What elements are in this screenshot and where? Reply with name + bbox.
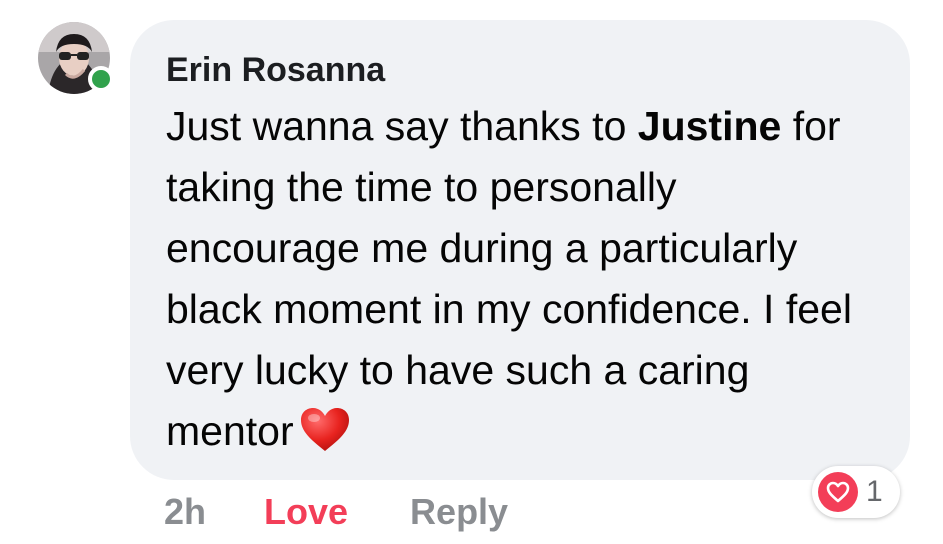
comment-text-part1: Just wanna say thanks to: [166, 103, 638, 149]
red-heart-emoji-icon: [300, 407, 350, 470]
online-status-dot: [88, 66, 114, 92]
comment-bubble: Erin Rosanna Just wanna say thanks to Ju…: [130, 20, 910, 480]
reaction-count: 1: [866, 475, 883, 508]
love-reaction-icon: [818, 472, 858, 512]
reply-button[interactable]: Reply: [410, 491, 508, 533]
mention-link[interactable]: Justine: [638, 103, 782, 149]
love-reaction-button[interactable]: Love: [264, 491, 348, 533]
comment-text: Just wanna say thanks to Justine for tak…: [166, 96, 866, 470]
reaction-summary[interactable]: 1: [812, 466, 900, 518]
comment-text-part2: for taking the time to personally encour…: [166, 103, 852, 454]
comment-timestamp[interactable]: 2h: [164, 491, 206, 533]
comment-actions: 2h Love Reply: [164, 488, 508, 536]
comment-author[interactable]: Erin Rosanna: [166, 46, 874, 94]
comment: Erin Rosanna Just wanna say thanks to Ju…: [0, 0, 943, 544]
